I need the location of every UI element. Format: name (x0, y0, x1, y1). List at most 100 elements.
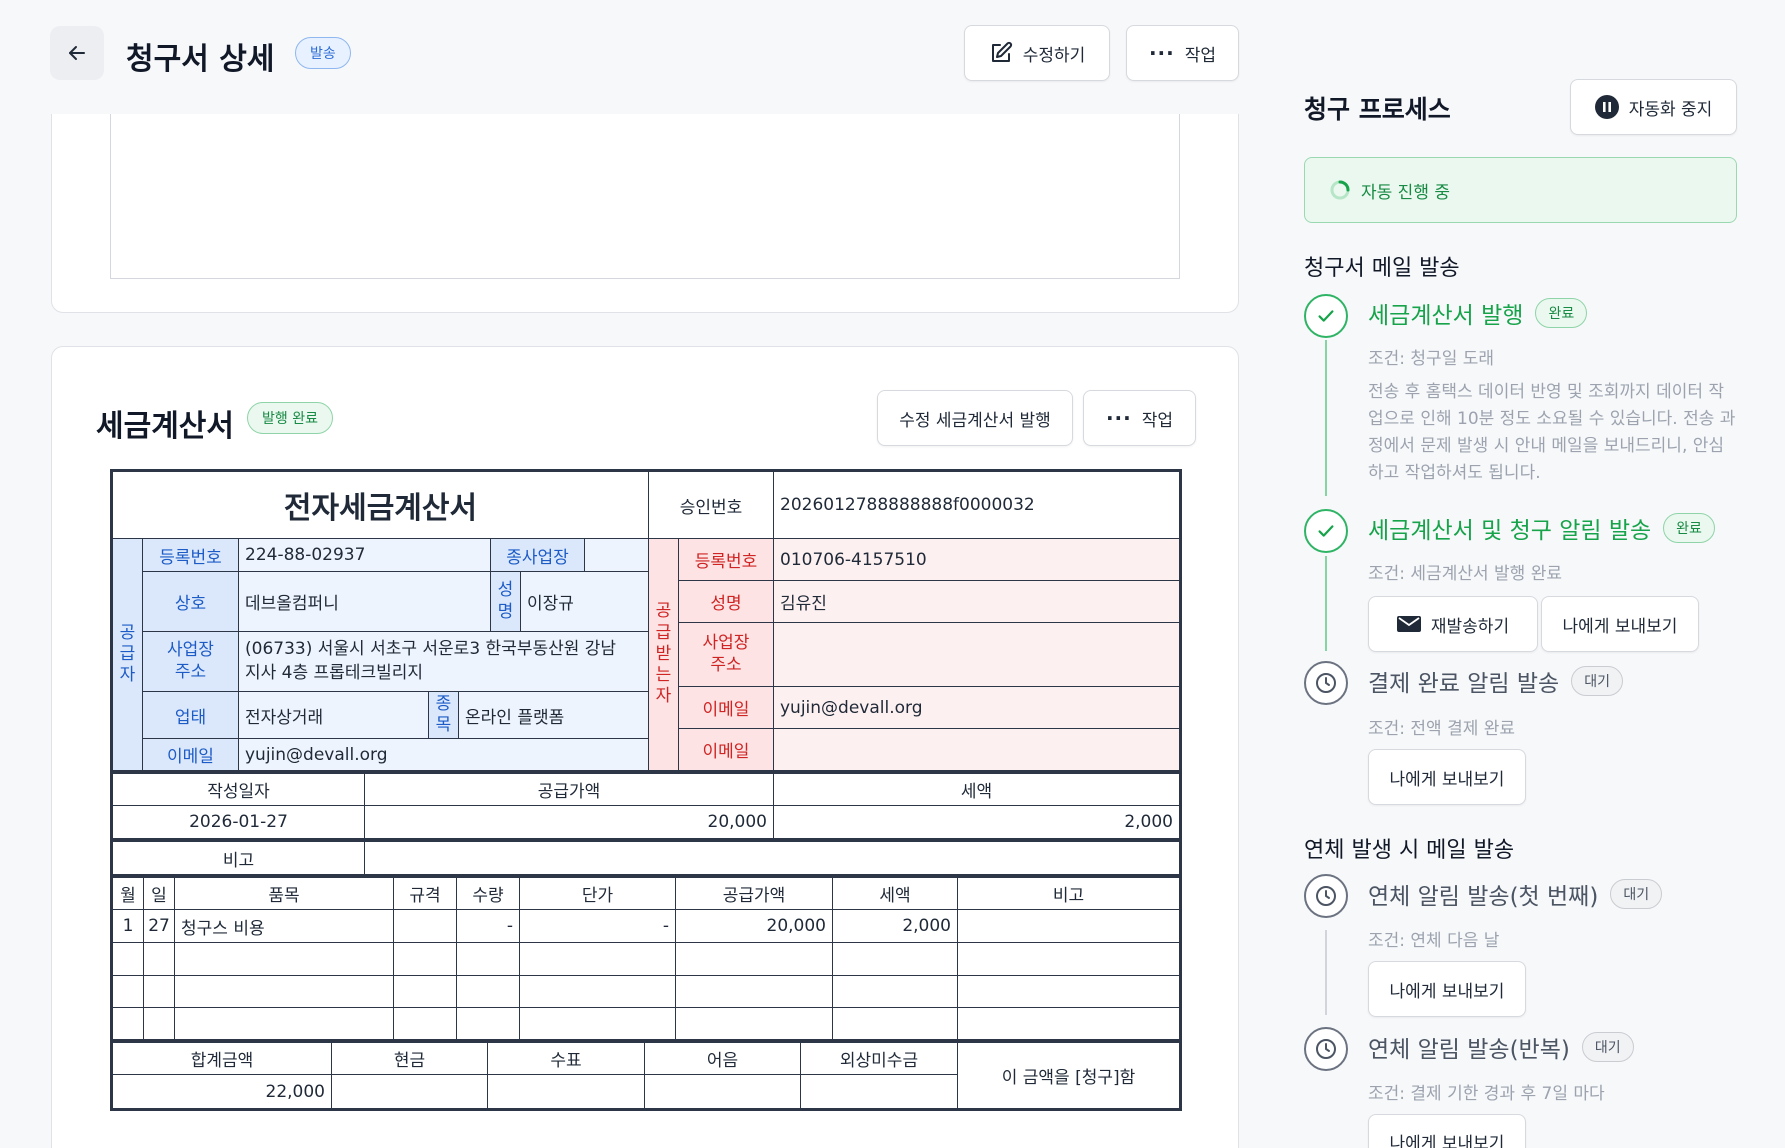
items-header-note: 비고 (958, 878, 1179, 910)
item-cell: - (457, 910, 520, 943)
item-cell (144, 943, 175, 976)
item-cell (958, 976, 1179, 1008)
send-to-me-button[interactable]: 나에게 보내보기 (1368, 1114, 1526, 1148)
stop-automation-label: 자동화 중지 (1628, 99, 1713, 120)
step-title-text: 연체 알림 발송(첫 번째) (1368, 884, 1599, 910)
item-cell (958, 943, 1179, 976)
total-label: 합계금액 (113, 1043, 332, 1075)
edit-button[interactable]: 수정하기 (964, 25, 1110, 81)
supplier-company-label: 상호 (143, 572, 239, 632)
items-header-month: 월 (113, 878, 144, 910)
address-label-line: 사업장 (702, 633, 750, 654)
page-header: 청구서 상세 발송 수정하기 ··· 작업 (0, 0, 1252, 114)
item-label-char: 목 (435, 715, 452, 735)
step-status-badge: 대기 (1581, 1032, 1634, 1062)
step-condition: 조건: 청구일 도래 (1368, 349, 1495, 369)
receiver-reg-no: 010706-4157510 (774, 539, 1179, 581)
cash-value (332, 1075, 488, 1108)
item-cell (457, 943, 520, 976)
receiver-email-label: 이메일 (679, 687, 774, 729)
check-icon (1318, 310, 1334, 322)
supplier-name: 이장규 (521, 572, 649, 632)
tax-invoice-title: 세금계산서 (96, 409, 234, 444)
supplier-item-label: 종 목 (429, 692, 459, 739)
step-status-badge: 완료 (1535, 298, 1588, 328)
status-badge: 발송 (295, 37, 351, 69)
item-cell: 1 (113, 910, 144, 943)
supplier-reg-no-label: 등록번호 (143, 539, 239, 572)
step-status-badge: 대기 (1571, 666, 1623, 696)
item-cell (833, 1008, 958, 1040)
check-icon (1318, 525, 1334, 537)
tax-invoice-card: 세금계산서 발행 완료 수정 세금계산서 발행 ··· 작업 전자세금계산서 승… (51, 346, 1239, 1148)
item-cell: 27 (144, 910, 175, 943)
step-condition: 조건: 연체 다음 날 (1368, 931, 1500, 951)
check-label: 수표 (488, 1043, 645, 1075)
receiver-address-label: 사업장 주소 (679, 623, 774, 687)
clock-icon (1316, 886, 1336, 906)
amend-tax-invoice-button[interactable]: 수정 세금계산서 발행 (877, 390, 1073, 446)
address-label-line: 사업장 (167, 640, 214, 661)
send-to-me-button[interactable]: 나에게 보내보기 (1368, 961, 1526, 1017)
back-button[interactable] (50, 26, 104, 80)
item-cell (144, 976, 175, 1008)
receiver-address (774, 623, 1179, 687)
item-cell (457, 1008, 520, 1040)
bill-label: 어음 (645, 1043, 801, 1075)
item-cell (676, 976, 833, 1008)
supply-amount: 20,000 (365, 806, 774, 839)
stop-automation-button[interactable]: 자동화 중지 (1570, 79, 1737, 135)
step-status-badge: 완료 (1663, 513, 1715, 543)
step-condition: 조건: 결제 기한 경과 후 7일 마다 (1368, 1084, 1605, 1104)
page-title: 청구서 상세 (126, 42, 275, 77)
item-cell (144, 1008, 175, 1040)
step-title-text: 세금계산서 발행 (1368, 303, 1524, 329)
item-cell (175, 943, 394, 976)
step-pending-icon (1304, 874, 1348, 918)
tax-invoice-status-badge: 발행 완료 (247, 402, 333, 434)
document-preview-frame (110, 113, 1180, 279)
send-to-me-label: 나에게 보내보기 (1389, 981, 1505, 1002)
receiver-side-char: 는 (655, 665, 672, 686)
item-cell: - (520, 910, 676, 943)
supplier-side-label: 공 급 자 (113, 539, 143, 771)
send-to-me-button[interactable]: 나에게 보내보기 (1541, 596, 1699, 652)
supplier-reg-no: 224-88-02937 (239, 539, 491, 572)
step-condition: 조건: 세금계산서 발행 완료 (1368, 564, 1562, 584)
auto-status-text: 자동 진행 중 (1361, 182, 1451, 203)
supplier-address-label: 사업장 주소 (143, 632, 239, 692)
send-to-me-label: 나에게 보내보기 (1562, 616, 1678, 637)
step-tax-invoice-issue: 세금계산서 발행 완료 (1368, 296, 1588, 330)
supplier-branch-label: 종사업장 (491, 539, 585, 572)
address-label-line: 주소 (174, 661, 207, 682)
send-to-me-label: 나에게 보내보기 (1389, 769, 1505, 790)
step-overdue-repeat-notice: 연체 알림 발송(반복) 대기 (1368, 1030, 1634, 1064)
receiver-name: 김유진 (774, 581, 1179, 623)
claim-text: 이 금액을 [청구]함 (1001, 1068, 1136, 1088)
resend-button[interactable]: 재발송하기 (1368, 596, 1538, 652)
step-title-text: 세금계산서 및 청구 알림 발송 (1368, 518, 1652, 544)
item-cell: 청구스 비용 (175, 910, 394, 943)
supplier-name-label: 성 명 (491, 572, 521, 632)
item-cell (394, 976, 457, 1008)
step-connector (1325, 556, 1327, 651)
date-label: 작성일자 (113, 774, 365, 806)
item-cell (394, 943, 457, 976)
item-cell (676, 943, 833, 976)
send-to-me-button[interactable]: 나에게 보내보기 (1368, 749, 1526, 805)
tax-actions-button[interactable]: ··· 작업 (1083, 390, 1196, 446)
item-cell (113, 943, 144, 976)
receiver-side-char: 급 (655, 622, 672, 643)
invoice-doc-title: 전자세금계산서 (113, 472, 649, 539)
supplier-side-char: 자 (119, 665, 136, 686)
item-cell (520, 1008, 676, 1040)
step-connector (1325, 340, 1327, 496)
cash-label: 현금 (332, 1043, 488, 1075)
items-header-day: 일 (144, 878, 175, 910)
supplier-side-char: 공 (119, 622, 136, 643)
note-label: 비고 (113, 842, 365, 875)
item-cell (394, 1008, 457, 1040)
items-header-qty: 수량 (457, 878, 520, 910)
actions-button[interactable]: ··· 작업 (1126, 25, 1239, 81)
receiver-side-char: 자 (655, 686, 672, 707)
